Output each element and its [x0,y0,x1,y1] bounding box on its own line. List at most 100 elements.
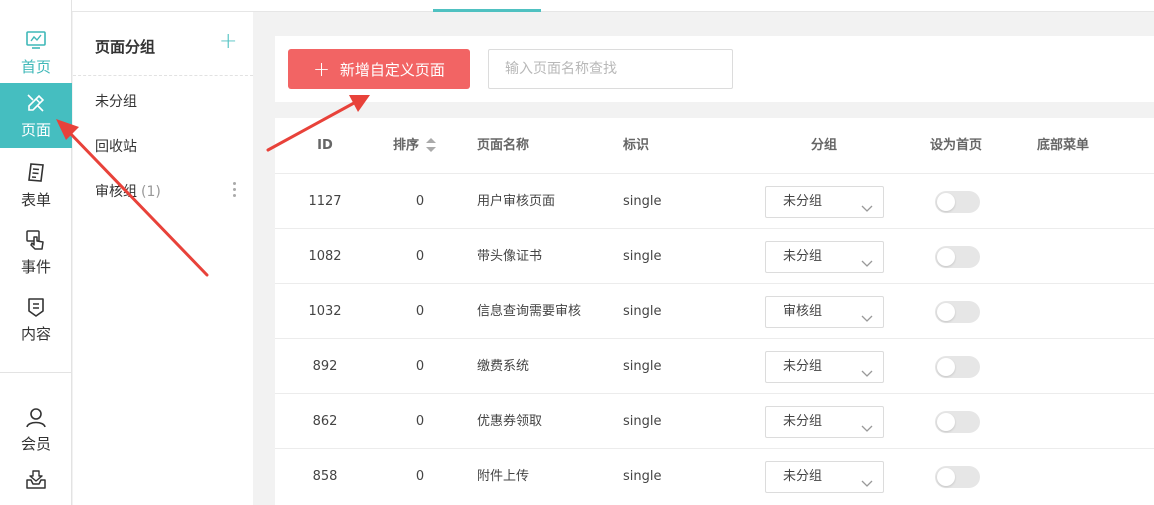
cell-flag: single [623,194,662,209]
group-label: 审核组 [95,184,137,200]
cell-flag: single [623,469,662,484]
chevron-down-icon [861,306,873,322]
nav-label-events: 事件 [20,258,51,276]
cell-flag: single [623,249,662,264]
col-header-order[interactable]: 排序 [393,118,437,173]
group-select[interactable]: 未分组 [765,461,884,493]
col-header-flag: 标识 [623,138,650,153]
top-tab-bar [72,0,1154,12]
set-homepage-toggle[interactable] [935,466,980,488]
nav-item-events[interactable]: 事件 [0,227,72,279]
nav-item-members[interactable]: 会员 [0,402,72,457]
col-header-order-label: 排序 [393,138,420,153]
cell-order: 0 [415,249,425,264]
table-row: 1032 0 信息查询需要审核 single 审核组 [275,283,1154,338]
chevron-down-icon [861,196,873,212]
set-homepage-toggle[interactable] [935,246,980,268]
main-nav: 首页 页面 表单 事件 内容 会员 [0,0,72,505]
cell-page-name: 带头像证书 [477,249,543,264]
nav-item-home[interactable]: 首页 [0,28,72,78]
group-select[interactable]: 未分组 [765,351,884,383]
col-header-id: ID [317,138,333,153]
toggle-knob [937,248,955,266]
table-row: 858 0 附件上传 single 未分组 [275,448,1154,503]
pages-table: ID 排序 页面名称 标识 分组 设为首页 底部菜单 1127 0 用户审核页面 si… [275,118,1154,505]
table-row: 892 0 缴费系统 single 未分组 [275,338,1154,393]
group-count-badge: (1) [141,184,161,200]
group-select-value: 未分组 [783,359,823,374]
group-more-icon[interactable] [231,182,237,197]
cell-flag: single [623,414,662,429]
pencil-ruler-icon [25,92,47,114]
toggle-knob [937,193,955,211]
inbox-download-icon [25,468,47,490]
add-custom-page-button[interactable]: + 新增自定义页面 [288,49,470,89]
table-row: 1082 0 带头像证书 single 未分组 [275,228,1154,283]
add-custom-page-label: 新增自定义页面 [339,60,445,79]
user-icon [25,406,47,428]
group-select[interactable]: 审核组 [765,296,884,328]
nav-item-forms[interactable]: 表单 [0,160,72,212]
cell-id: 858 [312,469,338,484]
col-header-group: 分组 [811,138,838,153]
chevron-down-icon [861,251,873,267]
set-homepage-toggle[interactable] [935,411,980,433]
group-select[interactable]: 未分组 [765,241,884,273]
group-select-value: 未分组 [783,249,823,264]
page-search-input[interactable] [488,49,733,89]
group-panel-title: 页面分组 [95,38,156,56]
col-header-bottom-menu: 底部菜单 [1037,138,1090,153]
cell-order: 0 [415,469,425,484]
group-label: 回收站 [95,139,137,155]
cell-order: 0 [415,414,425,429]
chevron-down-icon [861,361,873,377]
set-homepage-toggle[interactable] [935,301,980,323]
plus-icon: + [313,57,330,81]
cell-id: 892 [312,359,338,374]
content-shield-icon [25,296,47,318]
nav-label-forms: 表单 [20,191,51,209]
active-tab-indicator [433,9,541,12]
chevron-down-icon [861,416,873,432]
cell-id: 1032 [308,304,342,319]
nav-label-home: 首页 [20,58,51,76]
chevron-down-icon [861,471,873,487]
col-header-name: 页面名称 [477,138,530,153]
add-group-icon[interactable]: + [219,31,237,53]
cell-flag: single [623,359,662,374]
col-header-homepage: 设为首页 [930,138,983,153]
cell-id: 1082 [308,249,342,264]
set-homepage-toggle[interactable] [935,356,980,378]
set-homepage-toggle[interactable] [935,191,980,213]
group-item-review[interactable]: 审核组 (1) [95,181,161,201]
group-item-recycle-bin[interactable]: 回收站 [95,136,137,156]
toggle-knob [937,303,955,321]
toggle-knob [937,358,955,376]
group-select-value: 未分组 [783,414,823,429]
group-item-ungrouped[interactable]: 未分组 [95,91,137,111]
hand-pointer-icon [25,229,47,251]
nav-item-pages[interactable]: 页面 [0,83,72,148]
cell-flag: single [623,304,662,319]
cell-page-name: 用户审核页面 [477,194,556,209]
monitor-icon [25,29,47,51]
group-label: 未分组 [95,94,137,110]
toggle-knob [937,413,955,431]
toggle-knob [937,468,955,486]
group-panel-header: 页面分组 + [73,26,253,76]
group-select[interactable]: 未分组 [765,186,884,218]
sort-icon[interactable] [426,137,437,152]
cell-order: 0 [415,304,425,319]
nav-label-members: 会员 [20,434,51,453]
table-row: 1127 0 用户审核页面 single 未分组 [275,173,1154,228]
clipboard-icon [25,162,47,184]
nav-item-inbox[interactable] [0,468,72,504]
group-select[interactable]: 未分组 [765,406,884,438]
group-select-value: 审核组 [783,304,823,319]
cell-order: 0 [415,359,425,374]
cell-page-name: 附件上传 [477,469,530,484]
group-select-value: 未分组 [783,469,823,484]
nav-label-pages: 页面 [20,120,51,139]
nav-item-content[interactable]: 内容 [0,294,72,346]
cell-id: 862 [312,414,338,429]
